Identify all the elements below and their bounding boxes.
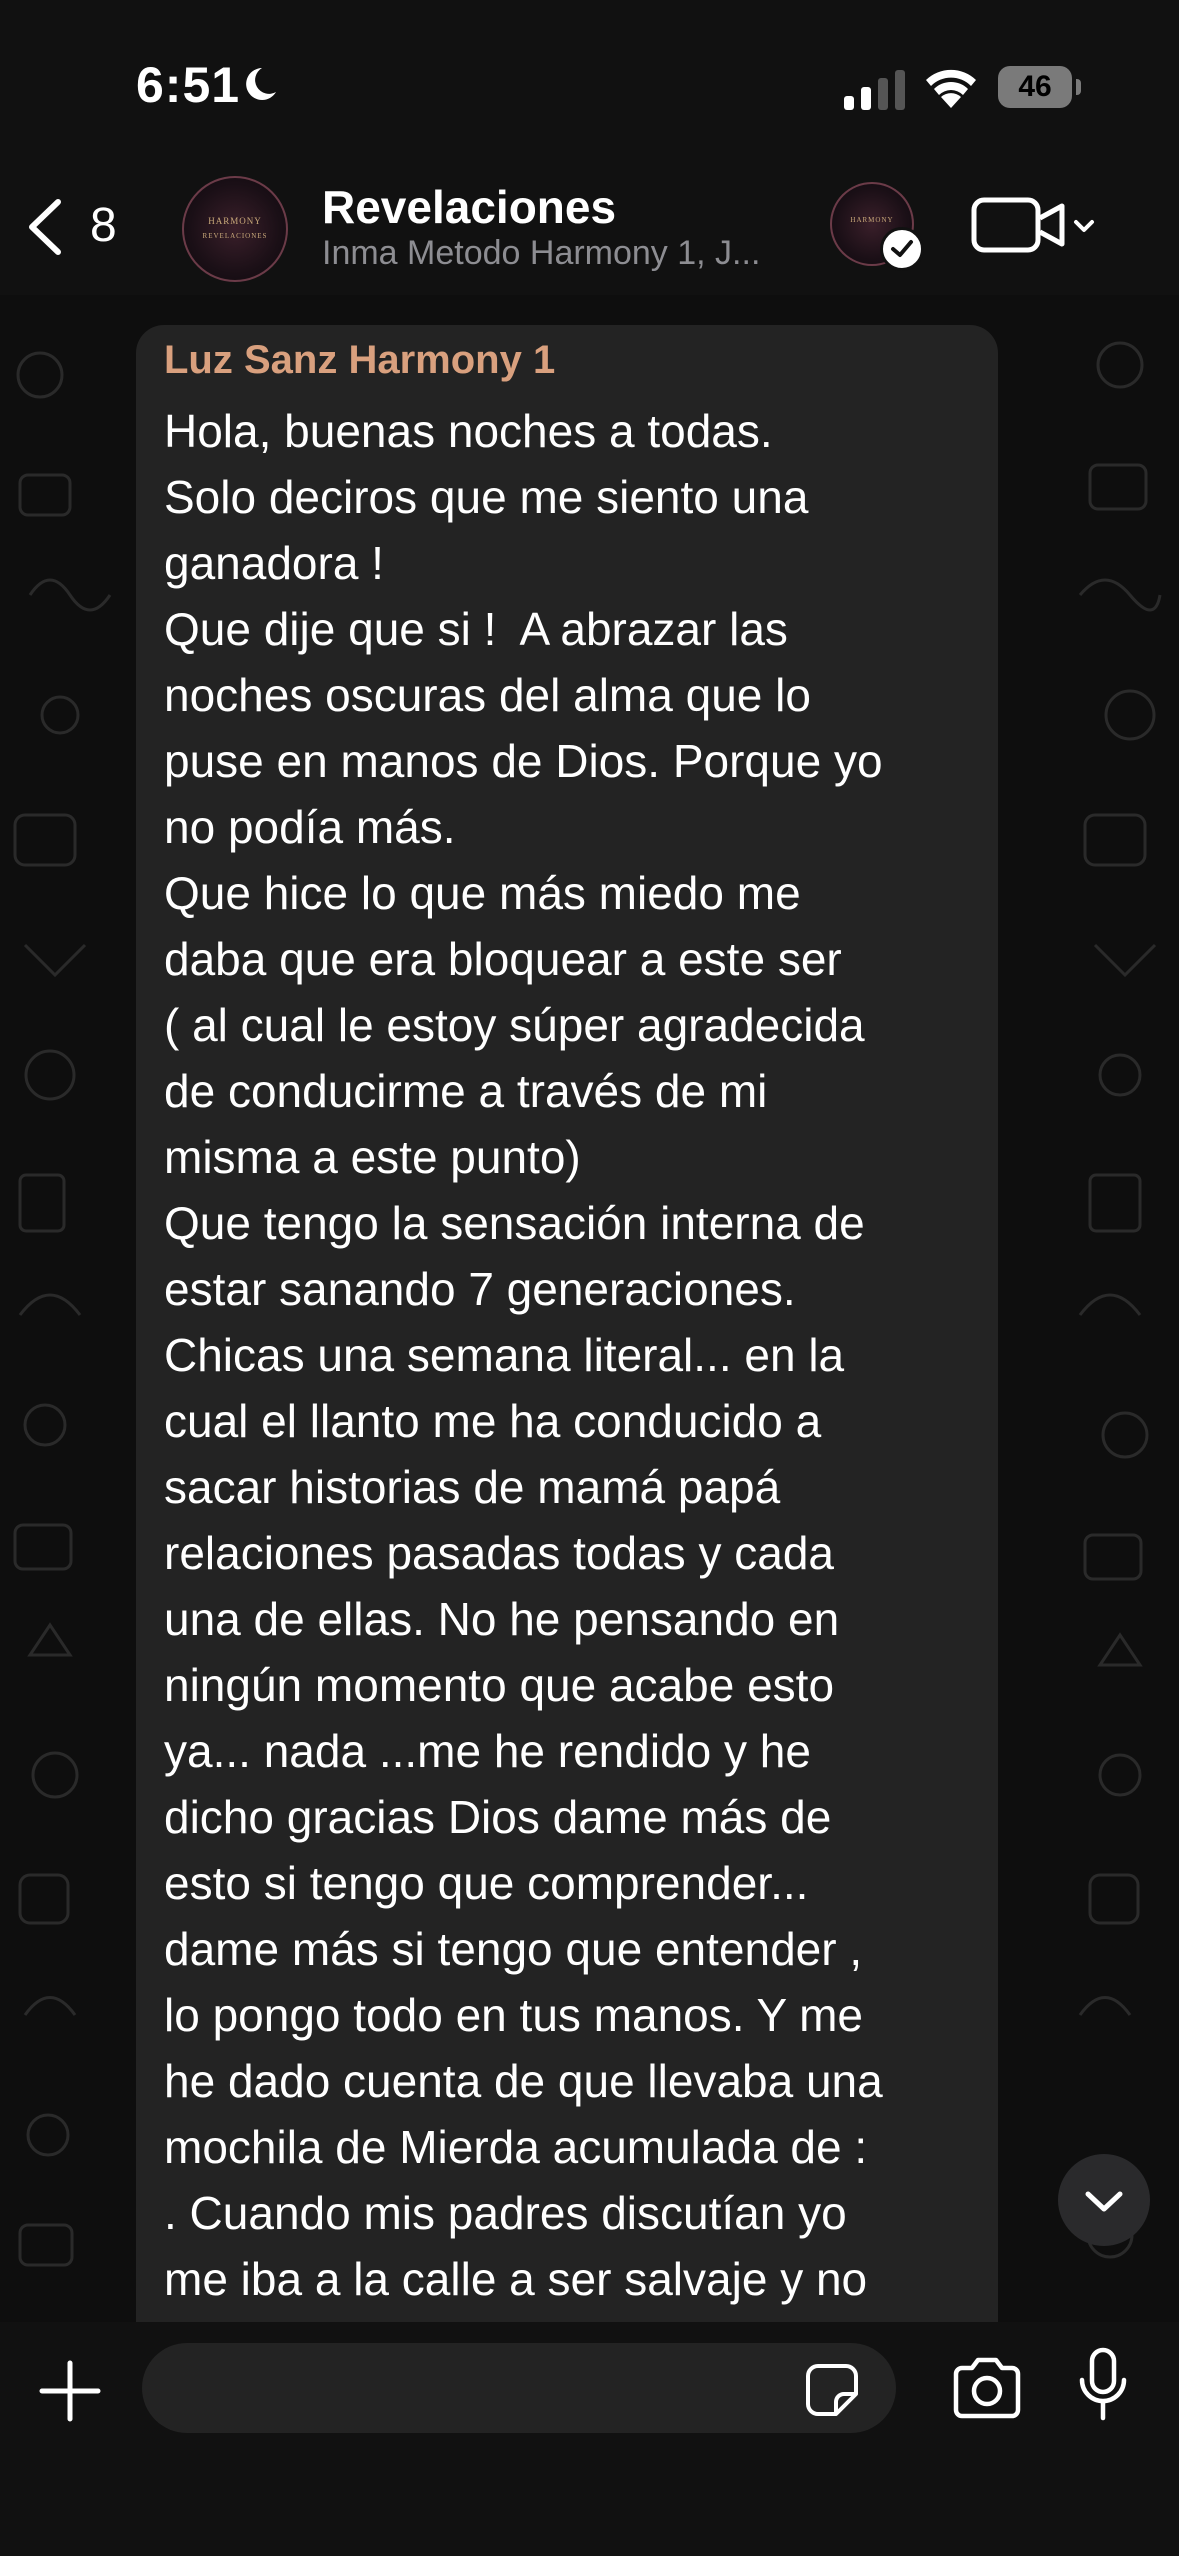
chat-participants[interactable]: Inma Metodo Harmony 1, J...	[322, 234, 760, 273]
message-input-field[interactable]	[142, 2343, 896, 2433]
video-call-icon[interactable]	[970, 192, 1096, 258]
chevron-down-icon	[1085, 2191, 1123, 2212]
plus-icon[interactable]	[36, 2357, 104, 2425]
message-text: Hola, buenas noches a todas. Solo deciro…	[164, 405, 883, 2305]
camera-icon[interactable]	[950, 2356, 1024, 2420]
cellular-signal-icon	[844, 70, 905, 110]
message-sender[interactable]: Luz Sanz Harmony 1	[164, 338, 555, 383]
sticker-icon[interactable]	[804, 2362, 860, 2418]
chat-title[interactable]: Revelaciones	[322, 180, 616, 234]
status-bar: 6:51 46	[0, 0, 1179, 170]
battery-level: 46	[1018, 70, 1052, 103]
moon-icon	[246, 68, 276, 100]
battery-indicator: 46	[998, 66, 1082, 108]
community-avatar-text: HARMONY	[850, 216, 894, 224]
group-avatar[interactable]: HARMONY REVELACIONES	[182, 176, 288, 282]
back-chevron-icon[interactable]	[20, 196, 70, 258]
unread-count[interactable]: 8	[90, 198, 117, 253]
microphone-icon[interactable]	[1076, 2346, 1130, 2424]
status-time: 6:51	[136, 57, 241, 113]
checkmark-badge-icon	[880, 227, 924, 271]
avatar-logo-subtext: REVELACIONES	[202, 232, 268, 240]
scroll-to-bottom-button[interactable]	[1058, 2154, 1150, 2246]
avatar-logo-text: HARMONY	[208, 216, 262, 226]
wifi-icon	[926, 69, 976, 108]
